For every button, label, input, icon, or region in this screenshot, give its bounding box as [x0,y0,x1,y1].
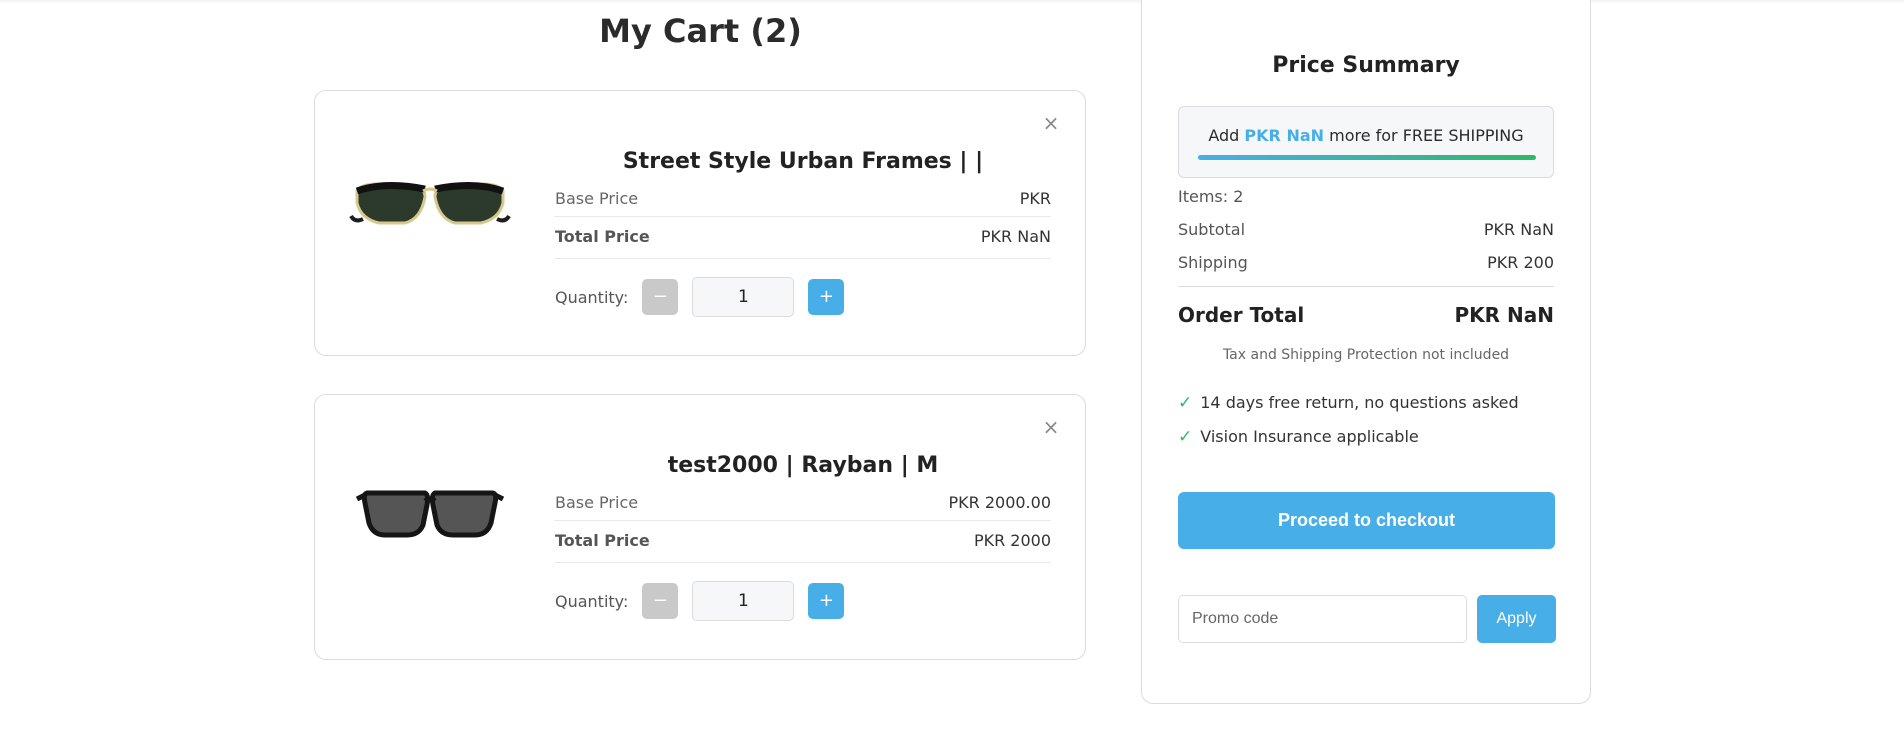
tax-note: Tax and Shipping Protection not included [1222,347,1510,363]
perk-text: 14 days free return, no questions asked [1200,393,1519,412]
base-price-label: Base Price [555,189,639,208]
increase-quantity-button[interactable]: + [808,279,845,315]
shipping-row: Shipping PKR 200 [1178,253,1554,272]
price-summary-panel: Price Summary Add PKR NaN more for FREE … [1141,0,1591,704]
total-price-value: PKR NaN [980,227,1051,246]
increase-quantity-button[interactable]: + [808,583,845,619]
subtotal-row: Subtotal PKR NaN [1178,220,1554,239]
check-icon: ✓ [1178,393,1193,413]
header-shadow [0,0,1904,4]
subtotal-label: Subtotal [1178,220,1246,239]
base-price-value: PKR 2000.00 [948,493,1051,512]
base-price-row: Base Price PKR [555,182,1051,217]
decrease-quantity-button[interactable]: − [642,279,679,315]
product-name[interactable]: test2000 | Rayban | M [555,453,1051,478]
check-icon: ✓ [1178,427,1193,447]
shipping-label: Shipping [1178,253,1248,272]
cart-item: × Street Style Urban Frames | | Base Pri… [314,90,1086,356]
close-icon[interactable]: × [1041,113,1061,133]
subtotal-value: PKR NaN [1483,220,1554,239]
shipping-value: PKR 200 [1487,253,1554,272]
divider [1178,286,1554,287]
close-icon[interactable]: × [1041,417,1061,437]
free-shipping-text: Add PKR NaN more for FREE SHIPPING [1179,126,1553,145]
apply-promo-button[interactable]: Apply [1477,595,1556,643]
items-count: Items: 2 [1178,187,1244,206]
free-shipping-prefix: Add [1208,126,1245,145]
perk-item: ✓ 14 days free return, no questions asked [1178,393,1554,413]
quantity-label: Quantity: [555,591,629,611]
free-shipping-banner: Add PKR NaN more for FREE SHIPPING [1178,106,1554,178]
quantity-label: Quantity: [555,287,629,307]
base-price-row: Base Price PKR 2000.00 [555,486,1051,521]
free-shipping-suffix: more for FREE SHIPPING [1324,126,1524,145]
product-image [345,465,515,555]
page-title: My Cart (2) [599,12,802,50]
quantity-stepper: Quantity: − + [555,581,1051,621]
checkout-button[interactable]: Proceed to checkout [1178,492,1555,549]
product-name[interactable]: Street Style Urban Frames | | [555,149,1051,174]
free-shipping-amount: PKR NaN [1244,126,1325,145]
order-total-row: Order Total PKR NaN [1178,303,1554,327]
decrease-quantity-button[interactable]: − [642,583,679,619]
total-price-value: PKR 2000 [973,531,1051,550]
total-price-label: Total Price [555,227,650,246]
summary-title: Price Summary [1272,53,1460,78]
perk-text: Vision Insurance applicable [1200,427,1419,446]
quantity-stepper: Quantity: − + [555,277,1051,317]
free-shipping-progress-bar [1198,155,1536,160]
quantity-input[interactable] [692,277,795,317]
product-image [345,161,515,251]
base-price-label: Base Price [555,493,639,512]
base-price-value: PKR [1019,189,1051,208]
order-total-value: PKR NaN [1454,303,1555,327]
quantity-input[interactable] [692,581,795,621]
perk-item: ✓ Vision Insurance applicable [1178,427,1554,447]
cart-item: × test2000 | Rayban | M Base Price PKR 2… [314,394,1086,660]
promo-code-input[interactable] [1178,595,1467,643]
order-total-label: Order Total [1178,303,1305,327]
total-price-row: Total Price PKR 2000 [555,521,1051,563]
total-price-row: Total Price PKR NaN [555,217,1051,259]
total-price-label: Total Price [555,531,650,550]
